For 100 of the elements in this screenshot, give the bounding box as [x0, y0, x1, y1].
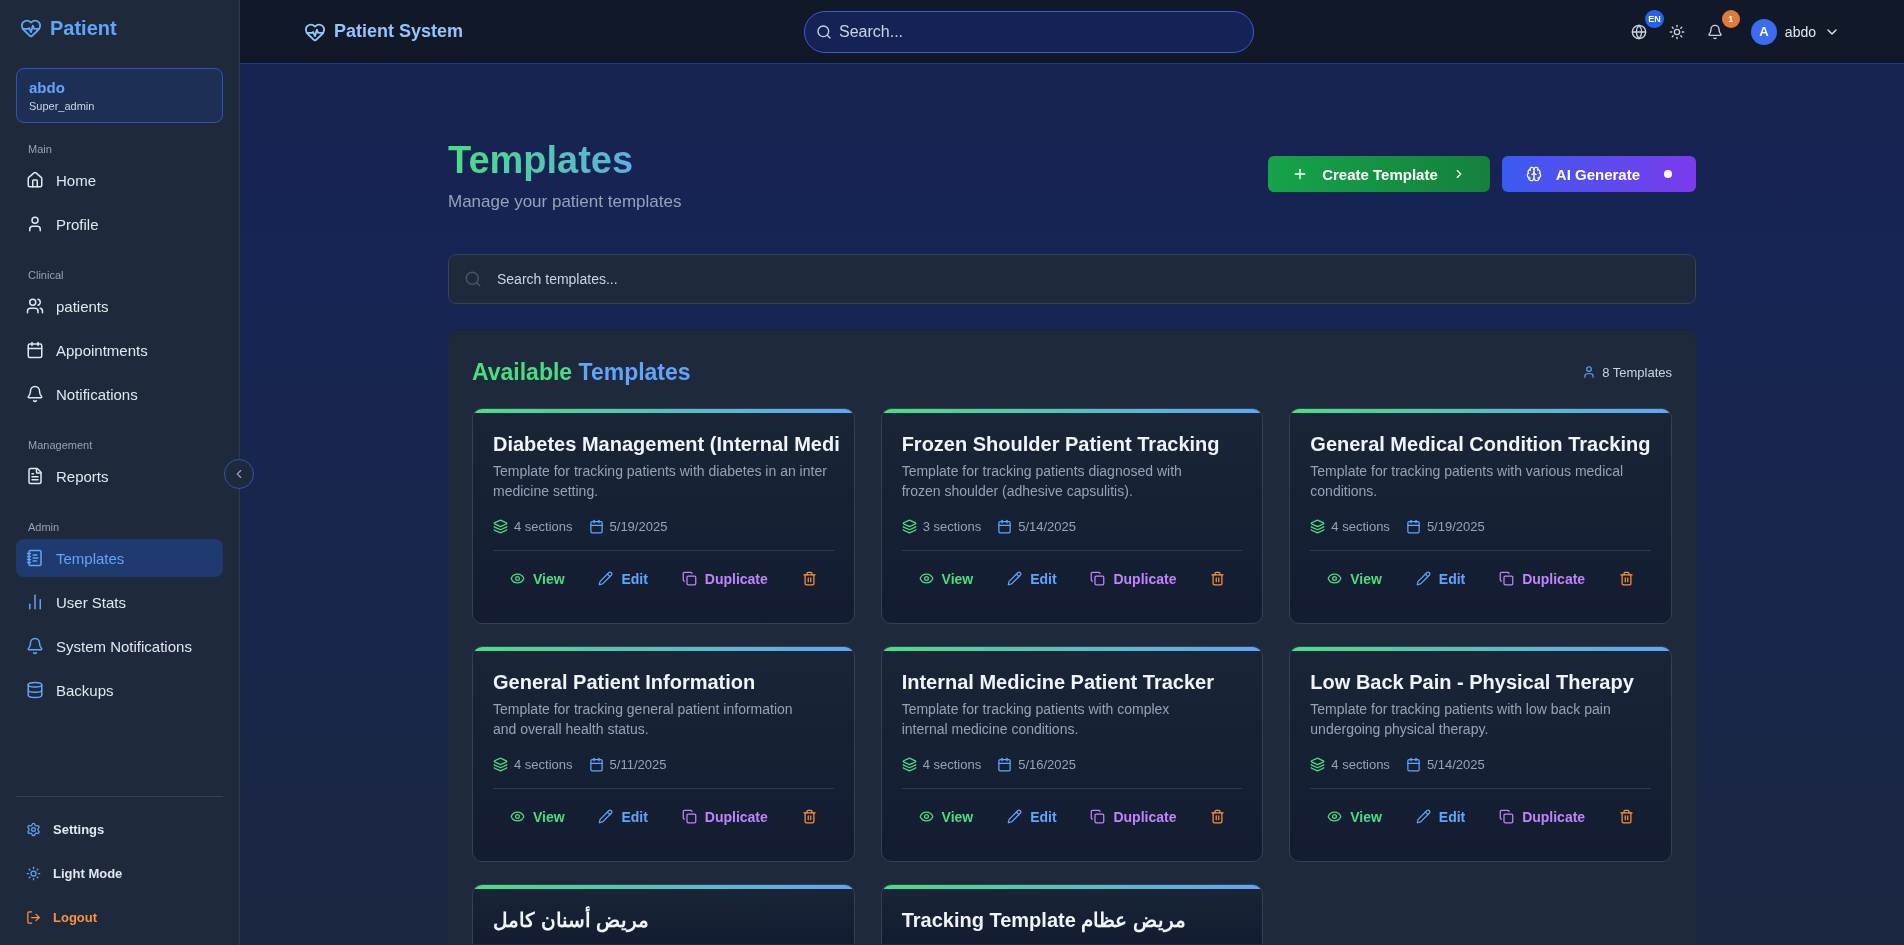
- layers-icon: [901, 757, 917, 772]
- copy-icon: [681, 571, 697, 586]
- nav-item[interactable]: Home: [16, 161, 223, 199]
- calendar-icon: [997, 519, 1013, 534]
- eye-icon: [918, 809, 934, 824]
- search-field[interactable]: Search...: [804, 10, 1254, 53]
- template-count: 8 Templates: [1582, 364, 1672, 380]
- logout-icon: [26, 909, 41, 925]
- nav-item[interactable]: Backups: [16, 671, 223, 709]
- create-template-button[interactable]: Create Template: [1268, 156, 1490, 192]
- view-button[interactable]: View: [912, 804, 980, 829]
- template-title: مريض عظام Tracking Template: [901, 908, 1186, 933]
- user-icon: [1582, 365, 1597, 379]
- layers-icon: [1310, 757, 1326, 772]
- section-count: 4 sections: [1310, 757, 1390, 772]
- avatar: A: [1750, 18, 1777, 45]
- nav-group-title: Main: [28, 143, 53, 155]
- search-icon: [464, 270, 482, 288]
- notifications-button[interactable]: [1706, 23, 1723, 40]
- view-button[interactable]: View: [503, 566, 571, 591]
- duplicate-button[interactable]: Duplicate: [1493, 566, 1592, 591]
- nav-item[interactable]: Templates: [16, 539, 223, 577]
- nav-item[interactable]: System Notifications: [16, 627, 223, 665]
- user-role: Super_admin: [29, 100, 96, 112]
- layers-icon: [1310, 519, 1326, 534]
- duplicate-button[interactable]: Duplicate: [675, 804, 774, 829]
- copy-icon: [1090, 571, 1106, 586]
- view-button[interactable]: View: [1321, 566, 1388, 591]
- pencil-icon: [1415, 571, 1431, 586]
- duplicate-button[interactable]: Duplicate: [1493, 804, 1592, 829]
- copy-icon: [1090, 809, 1106, 824]
- app-title: Patient System: [304, 20, 804, 43]
- calendar-icon: [588, 757, 604, 772]
- pencil-icon: [598, 571, 614, 586]
- template-description: Template for tracking patients with low back pain undergoing physical therapy.: [1310, 700, 1611, 739]
- search-icon: [816, 23, 832, 40]
- ai-generate-button[interactable]: AI Generate: [1501, 156, 1696, 192]
- eye-icon: [509, 571, 525, 586]
- section-count: 4 sections: [493, 757, 573, 772]
- nav-group-title: Management: [28, 439, 94, 451]
- trash-icon: [1210, 809, 1226, 824]
- template-date: 5/16/2025: [997, 757, 1077, 772]
- brand-logo: Patient: [16, 14, 223, 42]
- template-title: Diabetes Management (Internal Medi: [493, 432, 840, 457]
- nav-item[interactable]: patients: [16, 287, 223, 325]
- sidebar-footer-link[interactable]: Logout: [16, 895, 223, 939]
- pencil-icon: [598, 809, 614, 824]
- edit-button[interactable]: Edit: [1001, 566, 1063, 591]
- template-description: Template for tracking patients with various medical conditions.: [1310, 462, 1624, 501]
- nav-item[interactable]: Notifications: [16, 375, 223, 413]
- template-description: Template for tracking patients with diabetes in an inter medicine setting.: [493, 462, 827, 501]
- template-title: General Medical Condition Tracking: [1310, 432, 1651, 457]
- brain-icon: [1525, 166, 1542, 182]
- pencil-icon: [1415, 809, 1431, 824]
- user-name: abdo: [29, 79, 66, 96]
- language-button[interactable]: [1630, 23, 1647, 40]
- template-title: Low Back Pain - Physical Therapy: [1310, 670, 1634, 695]
- duplicate-button[interactable]: Duplicate: [675, 566, 774, 591]
- nav-item[interactable]: Reports: [16, 457, 223, 495]
- nav-group-title: Admin: [28, 521, 61, 533]
- settings-icon: [26, 821, 41, 837]
- trash-icon: [1619, 571, 1634, 586]
- nav-item[interactable]: Appointments: [16, 331, 223, 369]
- template-description: Template for tracking general patient information and overall health status.: [493, 700, 793, 739]
- edit-button[interactable]: Edit: [1001, 804, 1063, 829]
- calendar-icon: [997, 757, 1013, 772]
- duplicate-button[interactable]: Duplicate: [1084, 566, 1183, 591]
- layers-icon: [901, 519, 917, 534]
- nav-item[interactable]: Profile: [16, 205, 223, 243]
- template-date: 5/14/2025: [997, 519, 1077, 534]
- sun-icon: [26, 865, 41, 881]
- duplicate-button[interactable]: Duplicate: [1084, 804, 1183, 829]
- edit-button[interactable]: Edit: [1409, 804, 1472, 829]
- theme-toggle-button[interactable]: [1668, 23, 1685, 40]
- view-button[interactable]: View: [503, 804, 571, 829]
- template-description: Template for tracking patients diagnosed with frozen shoulder (adhesive capsulitis).: [901, 462, 1182, 501]
- user-menu-button[interactable]: A abdo: [1750, 18, 1840, 45]
- layers-icon: [493, 519, 508, 534]
- nav-item[interactable]: User Stats: [16, 583, 223, 621]
- template-description: Template for tracking patients with complex internal medicine conditions.: [901, 700, 1170, 739]
- eye-icon: [1327, 809, 1343, 824]
- trash-icon: [801, 571, 817, 586]
- status-dot-icon: [1664, 170, 1672, 178]
- language-badge: EN: [1645, 9, 1664, 28]
- pencil-icon: [1007, 809, 1023, 824]
- view-button[interactable]: View: [912, 566, 980, 591]
- template-title: مريض أسنان كامل: [493, 907, 650, 933]
- edit-button[interactable]: Edit: [592, 804, 654, 829]
- template-title: Frozen Shoulder Patient Tracking: [901, 432, 1220, 457]
- template-search-field[interactable]: Search templates...: [448, 254, 1696, 304]
- pencil-icon: [1007, 571, 1023, 586]
- edit-button[interactable]: Edit: [592, 566, 654, 591]
- edit-button[interactable]: Edit: [1409, 566, 1472, 591]
- layers-icon: [493, 757, 508, 772]
- nav-group-title: Clinical: [28, 269, 65, 281]
- trash-icon: [1619, 809, 1634, 824]
- view-button[interactable]: View: [1321, 804, 1388, 829]
- eye-icon: [918, 571, 934, 586]
- sidebar-footer-link[interactable]: Light Mode: [16, 851, 223, 895]
- sidebar-footer-link[interactable]: Settings: [16, 807, 223, 851]
